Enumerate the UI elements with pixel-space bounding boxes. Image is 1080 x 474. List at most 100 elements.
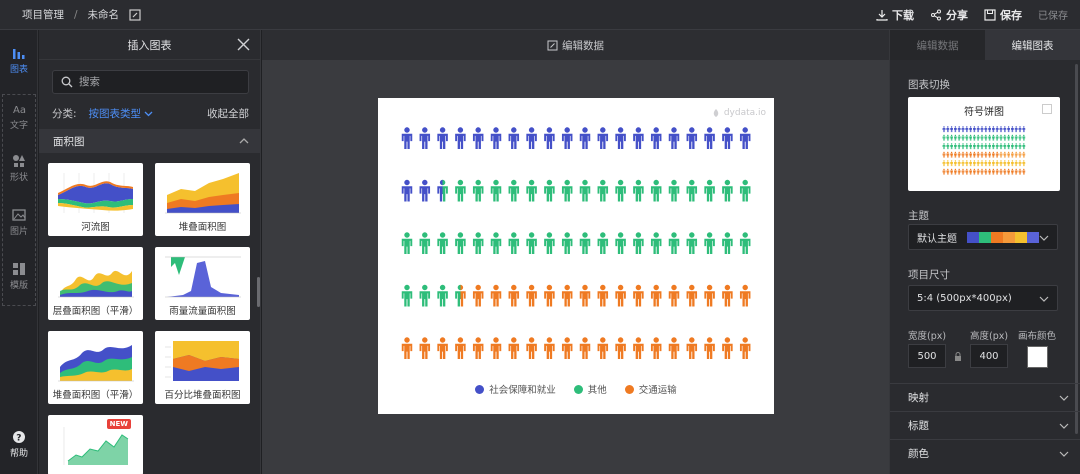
mini-person-icon: [973, 143, 976, 150]
width-input[interactable]: 500: [908, 344, 946, 368]
rail-item-text[interactable]: Aa 文字: [0, 102, 38, 131]
height-input[interactable]: 400: [970, 344, 1008, 368]
mini-person-icon: [942, 126, 946, 133]
breadcrumb-project[interactable]: 项目管理: [22, 7, 64, 22]
canvas-color-label: 画布颜色: [1018, 331, 1057, 342]
filter-select[interactable]: 按图表类型: [89, 106, 154, 121]
tab-edit-chart[interactable]: 编辑图表: [985, 30, 1080, 60]
mini-person-icon: [969, 168, 972, 175]
rail-item-shape[interactable]: 形状: [0, 154, 38, 183]
mini-person-icon: [976, 151, 980, 158]
mini-person-icon: [995, 126, 999, 133]
mini-person-icon: [992, 160, 995, 167]
search-input[interactable]: [79, 76, 229, 88]
rainfall-area-thumbnail: [165, 256, 241, 298]
mini-person-icon: [1022, 168, 1026, 175]
mini-person-icon: [1007, 168, 1010, 175]
person-icon: [686, 127, 698, 150]
size-select[interactable]: 5:4 (500px*400px): [908, 285, 1058, 311]
mini-person-icon: [957, 126, 961, 133]
edit-data-button[interactable]: 编辑数据: [262, 30, 889, 60]
mini-person-icon: [1011, 143, 1014, 150]
mini-person-icon: [961, 168, 965, 175]
person-icon: [704, 284, 715, 307]
accordion-title[interactable]: 标题: [890, 411, 1080, 438]
lock-icon[interactable]: [954, 352, 962, 361]
legend-item[interactable]: 社会保障和就业: [475, 382, 556, 396]
section-area-charts[interactable]: 面积图: [39, 129, 260, 153]
person-icon: [633, 337, 644, 360]
chart-switch-card[interactable]: 符号饼图: [908, 97, 1060, 191]
chart-card-rainfall[interactable]: 雨量流量面积图: [155, 247, 250, 320]
legend-label: 其他: [587, 385, 607, 396]
chart-card-river[interactable]: 河流图: [48, 163, 143, 236]
chevron-up-icon: [239, 138, 249, 144]
canvas-color-swatch[interactable]: [1027, 346, 1048, 368]
canvas-area: 编辑数据 dydata.io 社会保障和就业 其他 交通运输: [262, 30, 889, 474]
person-icon: [739, 337, 751, 360]
mini-person-icon: [988, 126, 991, 133]
left-rail: 图表 Aa 文字 形状 图片 模版 ? 帮助: [0, 30, 38, 474]
person-icon: [615, 179, 626, 202]
chart-card-new[interactable]: NEW: [48, 415, 143, 474]
right-panel-scrollbar[interactable]: [1075, 64, 1078, 434]
save-button[interactable]: 保存: [984, 7, 1022, 23]
insert-panel-scrollbar[interactable]: [257, 277, 260, 307]
person-icon: [455, 179, 466, 202]
theme-color-swatch: [1015, 231, 1027, 243]
person-icon: [544, 179, 555, 202]
mini-person-icon: [980, 151, 984, 158]
filter-value: 按图表类型: [88, 108, 142, 120]
person-icon: [472, 337, 484, 360]
theme-value: 默认主题: [917, 233, 957, 245]
mini-person-icon: [995, 134, 999, 141]
person-icon: [579, 179, 591, 202]
person-icon: [526, 284, 537, 307]
rail-item-chart[interactable]: 图表: [0, 46, 38, 75]
theme-select[interactable]: 默认主题: [908, 224, 1058, 250]
chart-card-layered-smooth[interactable]: 层叠面积图（平滑）: [48, 247, 143, 320]
person-icon: [722, 337, 733, 360]
pictorial-chart[interactable]: dydata.io 社会保障和就业 其他 交通运输: [378, 98, 774, 414]
mini-person-icon: [976, 134, 980, 141]
accordion-color[interactable]: 颜色: [890, 439, 1080, 466]
chart-card-percent-stacked[interactable]: 百分比堆叠面积图: [155, 331, 250, 404]
mini-person-icon: [942, 168, 946, 175]
accordion-mapping[interactable]: 映射: [890, 383, 1080, 410]
person-icon: [597, 337, 609, 360]
rail-item-image[interactable]: 图片: [0, 208, 38, 237]
mini-person-icon: [988, 151, 991, 158]
edit-icon[interactable]: [129, 8, 141, 21]
insert-panel-title: 插入图表: [127, 38, 172, 52]
tab-edit-data[interactable]: 编辑数据: [890, 30, 985, 60]
legend-item[interactable]: 其他: [573, 382, 607, 396]
project-name[interactable]: 未命名: [88, 7, 120, 22]
download-button[interactable]: 下载: [876, 7, 914, 23]
rail-item-template[interactable]: 模版: [0, 262, 38, 291]
help-button[interactable]: ? 帮助: [0, 430, 38, 459]
mini-person-icon: [984, 151, 988, 158]
rail-label-text: 文字: [9, 121, 28, 131]
mini-person-icon: [954, 134, 957, 141]
close-icon[interactable]: [237, 38, 250, 51]
theme-color-swatch: [979, 231, 991, 243]
person-icon: [490, 337, 502, 360]
share-button[interactable]: 分享: [930, 7, 968, 23]
mini-person-icon: [950, 151, 953, 158]
top-bar: 项目管理 / 未命名 下载 分享 保存 已保存: [0, 0, 1080, 30]
person-icon: [739, 179, 751, 202]
mini-person-icon: [1007, 126, 1010, 133]
svg-text:?: ?: [16, 434, 21, 444]
person-icon: [455, 127, 466, 150]
mini-person-icon: [965, 126, 969, 133]
legend-item[interactable]: 交通运输: [624, 382, 677, 396]
chart-card-stacked-area[interactable]: 堆叠面积图: [155, 163, 250, 236]
mini-person-icon: [1022, 143, 1026, 150]
mini-person-icon: [992, 134, 995, 141]
mini-person-icon: [1022, 151, 1026, 158]
person-icon: [472, 179, 484, 202]
person-icon: [704, 232, 715, 255]
chart-card-stacked-smooth[interactable]: 堆叠面积图（平滑）: [48, 331, 143, 404]
person-icon: [722, 232, 733, 255]
collapse-all-button[interactable]: 收起全部: [207, 106, 249, 121]
